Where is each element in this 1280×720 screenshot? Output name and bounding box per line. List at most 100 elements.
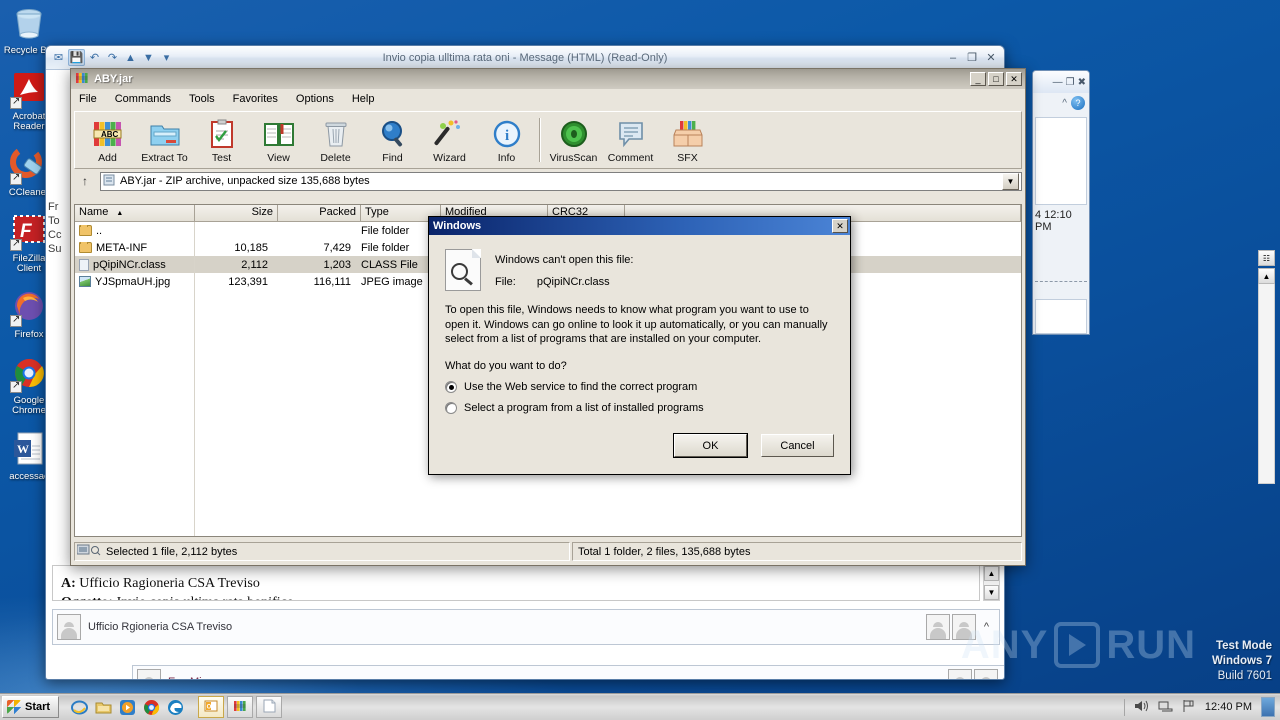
toolbar-button-test[interactable]: Test [193, 117, 250, 164]
ok-button[interactable]: OK [674, 434, 747, 457]
avatar [973, 669, 998, 679]
media-player-icon[interactable] [119, 699, 136, 716]
up-arrow-icon[interactable]: ↑ [74, 172, 96, 190]
toolbar-button-find[interactable]: Find [364, 117, 421, 164]
winrar-titlebar[interactable]: ABY.jar _ □ ✕ [71, 69, 1025, 89]
toolbar-label: Test [211, 151, 232, 164]
message-minimize-button[interactable]: – [945, 51, 961, 65]
background-window-pane [1035, 117, 1087, 205]
taskbar-clock[interactable]: 12:40 PM [1205, 701, 1252, 713]
scroll-track[interactable] [1258, 284, 1275, 484]
winrar-toolbar: ABC Add Extract To Test View Delete Find… [74, 111, 1022, 169]
row-size-cell: 10,185 [234, 241, 268, 254]
toolbar-label: Wizard [433, 151, 466, 164]
menu-item-favorites[interactable]: Favorites [231, 92, 280, 106]
toolbar-button-delete[interactable]: Delete [307, 117, 364, 164]
radio-button[interactable] [445, 401, 457, 414]
winrar-maximize-button[interactable]: □ [988, 72, 1004, 86]
chevron-up-icon[interactable]: ^ [978, 621, 995, 633]
edge-icon[interactable] [167, 699, 184, 716]
test-mode-line2: Windows 7 [1212, 655, 1272, 667]
column-header-packed[interactable]: Packed [278, 205, 361, 221]
radio-button-selected[interactable] [445, 380, 457, 393]
message-titlebar[interactable]: ✉ 💾 ↶ ↷ ▲ ▼ ▾ Invio copia ulltima rata o… [46, 46, 1004, 70]
virusscan-bug-icon [545, 117, 602, 151]
windows-cannot-open-file-dialog[interactable]: Windows ✕ Windows can't open this file: … [428, 216, 851, 475]
message-scrollbar[interactable]: ▲ ▼ [983, 565, 1000, 601]
avatar [951, 614, 976, 640]
taskbar-item-outlook-message[interactable]: O [198, 696, 225, 718]
scroll-down-icon[interactable]: ▼ [984, 585, 999, 600]
dialog-option-web-service[interactable]: Use the Web service to find the correct … [445, 380, 834, 393]
dialog-option-label: Select a program from a list of installe… [464, 401, 704, 414]
speaker-icon[interactable] [1134, 699, 1149, 716]
header-label-from: Fr [48, 201, 59, 213]
toolbar-button-extract-to[interactable]: Extract To [136, 117, 193, 164]
message-line-a-value: Ufficio Ragioneria CSA Treviso [79, 576, 260, 591]
chevron-down-icon[interactable]: ▼ [1002, 172, 1019, 190]
dialog-close-button[interactable]: ✕ [832, 219, 848, 233]
taskbar-task-buttons: O [198, 696, 283, 718]
internet-explorer-icon[interactable] [71, 699, 89, 716]
message-maximize-button[interactable]: ❐ [964, 51, 980, 65]
background-maximize-button[interactable]: ❐ [1066, 77, 1075, 88]
message-close-button[interactable]: ✕ [983, 51, 999, 65]
network-icon[interactable] [1158, 699, 1173, 716]
background-window-ribbon-row: ^ ? [1033, 93, 1089, 113]
scroll-up-icon[interactable]: ▲ [984, 566, 999, 581]
row-size-cell: 123,391 [228, 275, 268, 288]
menu-item-tools[interactable]: Tools [187, 92, 217, 106]
menu-item-options[interactable]: Options [294, 92, 336, 106]
taskbar-item-document[interactable] [256, 696, 283, 718]
menu-item-commands[interactable]: Commands [113, 92, 173, 106]
cancel-button[interactable]: Cancel [761, 434, 834, 457]
row-type-cell: JPEG image [361, 275, 423, 288]
header-label-cc: Cc [48, 229, 62, 241]
show-desktop-button[interactable] [1261, 697, 1275, 717]
windows-explorer-icon[interactable] [95, 699, 112, 716]
chevron-up-icon[interactable]: ^ [1062, 98, 1067, 109]
toolbar-button-add[interactable]: ABC Add [79, 117, 136, 164]
anyrun-brand: RUN [1106, 622, 1196, 667]
toolbar-button-info[interactable]: i Info [478, 117, 535, 164]
toolbar-button-wizard[interactable]: Wizard [421, 117, 478, 164]
background-outlook-window[interactable]: — ❐ ✖ ^ ? 4 12:10 PM [1032, 70, 1090, 335]
status-right-panel: Total 1 folder, 2 files, 135,688 bytes [572, 542, 1022, 561]
winrar-minimize-button[interactable]: _ [970, 72, 986, 86]
winrar-menubar[interactable]: File Commands Tools Favorites Options He… [71, 89, 1025, 109]
dialog-option-select-program[interactable]: Select a program from a list of installe… [445, 401, 834, 414]
background-recipient-info-bar[interactable]: Eva Minuzzo ^ [132, 665, 1004, 679]
menu-item-help[interactable]: Help [350, 92, 377, 106]
archive-status-icon [76, 544, 101, 559]
sort-ascending-icon: ▲ [116, 210, 124, 217]
dialog-titlebar[interactable]: Windows ✕ [429, 217, 850, 235]
toolbar-label: View [267, 151, 290, 164]
reading-pane-scrollbar[interactable]: ☷ ▲ [1258, 250, 1275, 530]
taskbar-item-winrar[interactable] [227, 696, 254, 718]
action-center-flag-icon[interactable] [1182, 699, 1196, 716]
windows-logo-icon [7, 700, 21, 714]
chrome-icon[interactable] [143, 699, 160, 716]
toolbar-label: Comment [607, 151, 654, 164]
column-header-name[interactable]: Name ▲ [75, 205, 195, 221]
status-selected-text: Selected 1 file, 2,112 bytes [106, 545, 238, 558]
background-minimize-button[interactable]: — [1053, 77, 1063, 88]
jpeg-icon [79, 276, 91, 287]
winrar-close-button[interactable]: ✕ [1006, 72, 1022, 86]
toolbar-button-view[interactable]: View [250, 117, 307, 164]
start-button[interactable]: Start [2, 696, 60, 718]
menu-item-file[interactable]: File [77, 92, 99, 106]
archive-path-box[interactable]: ABY.jar - ZIP archive, unpacked size 135… [100, 171, 1022, 191]
column-header-size[interactable]: Size [195, 205, 278, 221]
test-mode-line3: Build 7601 [1217, 670, 1272, 682]
scroll-split-icon[interactable]: ☷ [1258, 250, 1275, 266]
toolbar-button-comment[interactable]: Comment [602, 117, 659, 164]
scroll-up-icon[interactable]: ▲ [1258, 268, 1275, 284]
recipient-info-bar[interactable]: Ufficio Rgioneria CSA Treviso ^ [52, 609, 1000, 645]
chevron-up-icon[interactable]: ^ [1000, 676, 1004, 679]
background-close-button[interactable]: ✖ [1078, 77, 1086, 88]
toolbar-button-sfx[interactable]: SFX [659, 117, 716, 164]
header-label-subject: Su [48, 243, 62, 255]
toolbar-button-virusscan[interactable]: VirusScan [545, 117, 602, 164]
help-question-icon[interactable]: ? [1071, 96, 1085, 110]
